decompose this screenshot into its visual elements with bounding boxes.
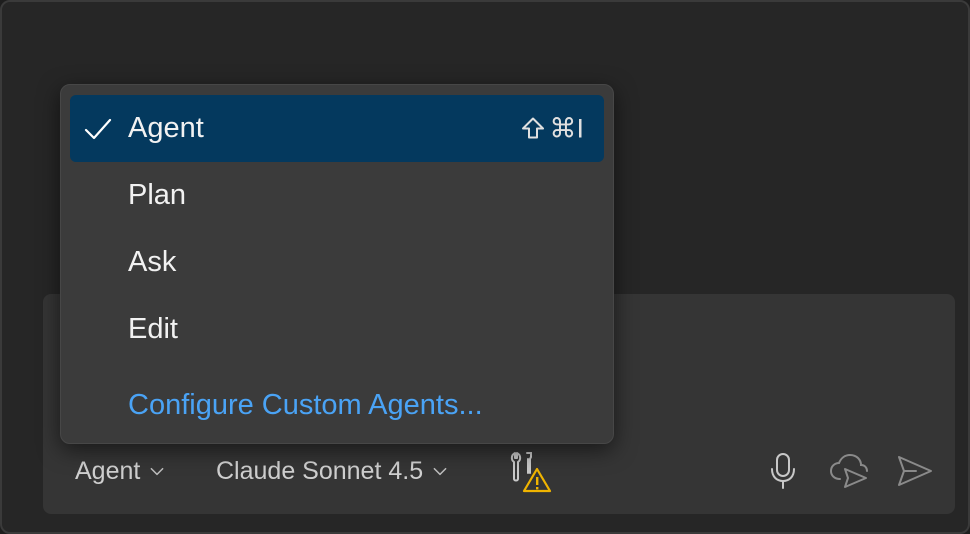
- menu-item-label: Plan: [128, 179, 187, 211]
- chevron-down-icon: [433, 467, 447, 476]
- microphone-icon: [771, 453, 795, 489]
- model-picker-label: Claude Sonnet 4.5: [216, 456, 424, 485]
- model-picker-button[interactable]: Claude Sonnet 4.5: [208, 451, 457, 491]
- check-icon: [84, 118, 112, 139]
- menu-item-agent[interactable]: Agent ⌘I: [70, 95, 604, 162]
- mode-dropdown-menu: Agent ⌘I Plan Ask Edit Configure Custom …: [60, 84, 614, 444]
- cloud-send-icon: [829, 453, 868, 488]
- window: Agent Claude Sonnet 4.5 Agent ⌘I Plan As…: [0, 0, 970, 534]
- menu-item-label: Agent: [128, 112, 204, 144]
- chat-actions: [761, 449, 937, 493]
- mode-picker-button[interactable]: Agent: [67, 451, 174, 491]
- menu-item-plan[interactable]: Plan: [70, 162, 604, 229]
- tools-warning-icon: [510, 452, 552, 493]
- chevron-down-icon: [150, 467, 164, 476]
- configure-custom-agents-link[interactable]: Configure Custom Agents...: [70, 365, 604, 445]
- menu-item-label: Ask: [128, 246, 177, 278]
- tools-button[interactable]: [505, 449, 555, 493]
- send-icon: [898, 456, 932, 486]
- menu-item-label: Edit: [128, 313, 178, 345]
- menu-item-ask[interactable]: Ask: [70, 229, 604, 296]
- shift-icon: [522, 117, 545, 139]
- cloud-send-button[interactable]: [827, 449, 871, 493]
- keyboard-shortcut: ⌘I: [519, 113, 584, 144]
- shortcut-keys: ⌘I: [549, 113, 584, 143]
- mode-picker-label: Agent: [75, 456, 141, 485]
- send-button[interactable]: [893, 449, 937, 493]
- menu-item-edit[interactable]: Edit: [70, 296, 604, 363]
- chat-toolbar: Agent Claude Sonnet 4.5: [43, 446, 955, 496]
- microphone-button[interactable]: [761, 449, 805, 493]
